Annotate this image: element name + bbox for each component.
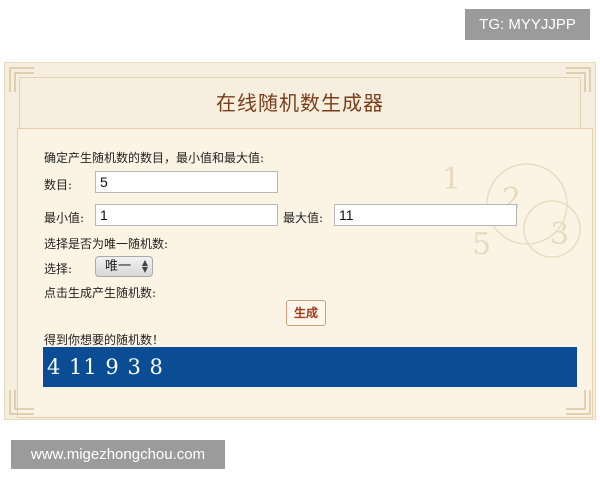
- select-arrows-icon: ▲ ▼: [141, 258, 148, 274]
- svg-text:3: 3: [550, 217, 569, 252]
- max-label: 最大值:: [283, 211, 324, 225]
- unique-prompt: 选择是否为唯一随机数:: [44, 237, 169, 251]
- result-display: 4 11 9 3 8: [43, 347, 577, 387]
- select-label: 选择:: [44, 262, 73, 276]
- unique-select[interactable]: 唯一 ▲ ▼: [95, 256, 153, 277]
- svg-text:1: 1: [442, 162, 461, 197]
- min-label: 最小值:: [44, 211, 85, 225]
- result-label: 得到你想要的随机数！: [44, 333, 165, 347]
- generate-prompt: 点击生成产生随机数:: [44, 286, 157, 300]
- tg-watermark: TG: MYYJJPP: [465, 9, 590, 40]
- url-watermark: www.migezhongchou.com: [11, 440, 225, 469]
- min-input[interactable]: [95, 204, 278, 226]
- max-input[interactable]: [334, 204, 517, 226]
- svg-text:5: 5: [472, 227, 491, 262]
- generate-button[interactable]: 生成: [286, 300, 326, 326]
- count-input[interactable]: [95, 171, 278, 193]
- page-title: 在线随机数生成器: [216, 91, 384, 115]
- instruction-text: 确定产生随机数的数目，最小值和最大值:: [44, 151, 265, 165]
- count-label: 数目:: [44, 178, 73, 192]
- select-value: 唯一: [105, 259, 132, 274]
